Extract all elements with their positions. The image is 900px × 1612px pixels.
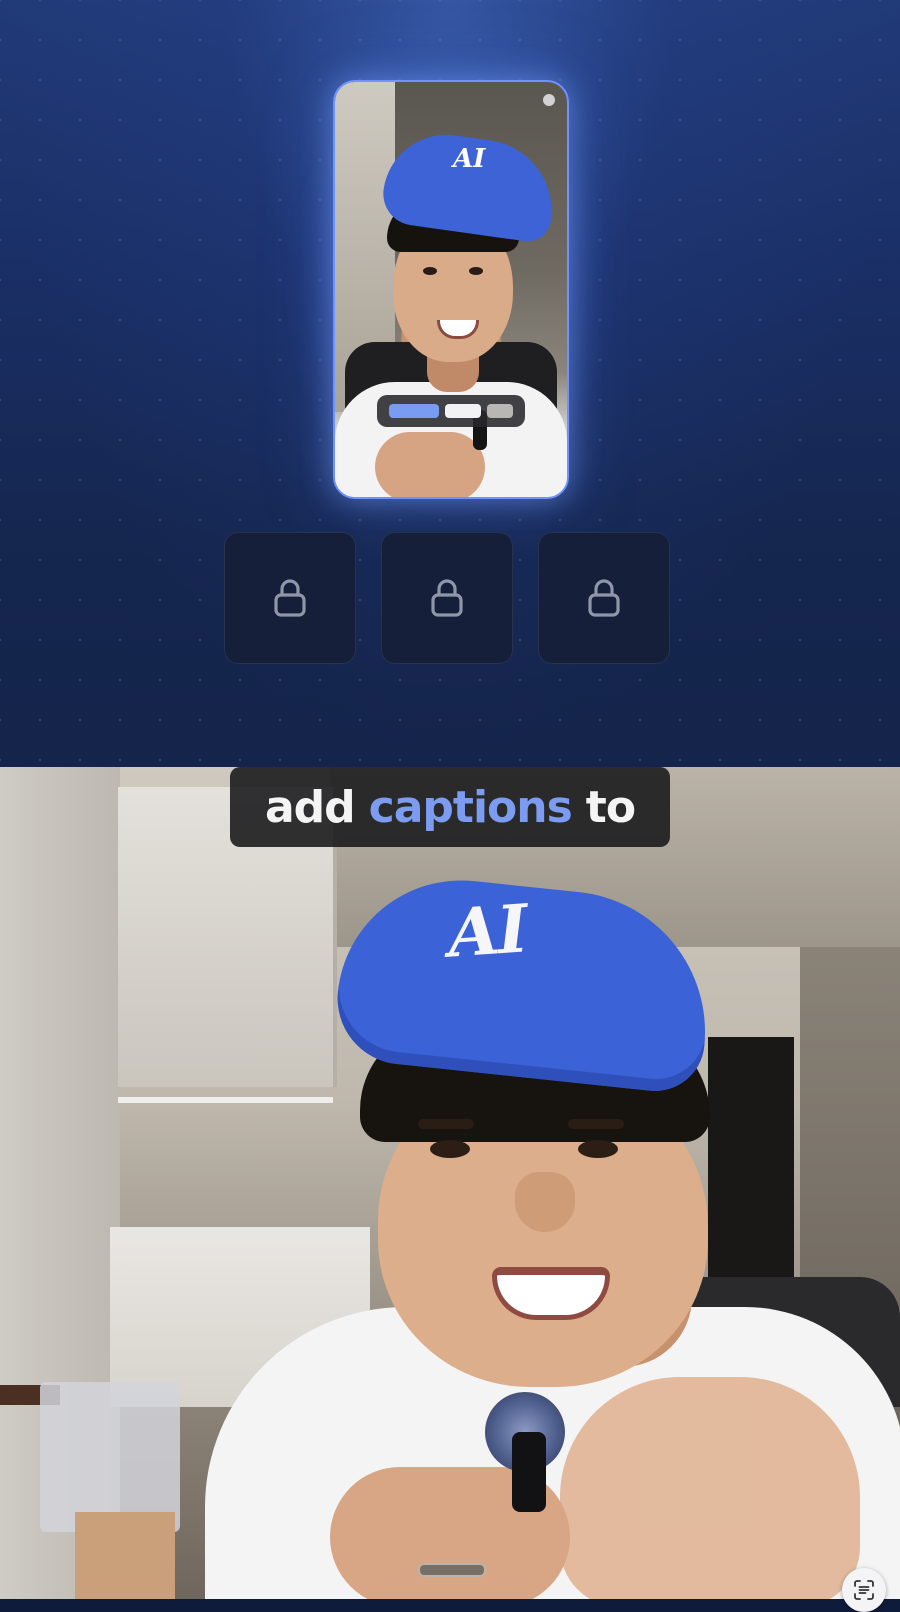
lavalier-microphone (512, 1432, 546, 1512)
dot-icon (543, 94, 555, 106)
caption-style-selector[interactable] (377, 395, 525, 427)
locked-option-2[interactable] (381, 532, 513, 664)
caption-overlay: add captions to (230, 767, 670, 847)
caption-word: add (264, 781, 356, 833)
cardboard-box (75, 1512, 175, 1599)
lock-icon (274, 579, 306, 617)
style-swatch-white[interactable] (445, 404, 481, 418)
person-brow-right (568, 1119, 624, 1129)
video-frame[interactable]: AI (0, 767, 900, 1599)
home-indicator[interactable] (418, 1563, 486, 1577)
trash-bin (40, 1382, 180, 1532)
cap-logo: AI (445, 889, 529, 973)
lock-icon (431, 579, 463, 617)
style-swatch-gray[interactable] (487, 404, 513, 418)
preview-hand (375, 432, 485, 497)
preview-eye-right (469, 267, 483, 275)
caption-style-preview[interactable]: AI (333, 80, 569, 499)
kitchen-shelf (118, 1097, 333, 1103)
lock-icon (588, 579, 620, 617)
person-eye-left (430, 1140, 470, 1158)
promo-panel: AI (0, 0, 900, 767)
text-scan-icon (854, 1580, 874, 1600)
preview-eye-left (423, 267, 437, 275)
locked-option-1[interactable] (224, 532, 356, 664)
person-eye-right (578, 1140, 618, 1158)
locked-option-3[interactable] (538, 532, 670, 664)
caption-word-highlighted: captions (368, 781, 573, 833)
person-brow-left (418, 1119, 474, 1129)
person-raised-hand (560, 1377, 860, 1599)
text-scan-button[interactable] (842, 1568, 886, 1612)
style-swatch-blue[interactable] (389, 404, 439, 418)
locked-options-row (224, 532, 676, 666)
person-nose (515, 1172, 575, 1232)
caption-word: to (585, 781, 636, 833)
room-door (708, 1037, 794, 1307)
preview-cap-logo: AI (453, 144, 486, 174)
